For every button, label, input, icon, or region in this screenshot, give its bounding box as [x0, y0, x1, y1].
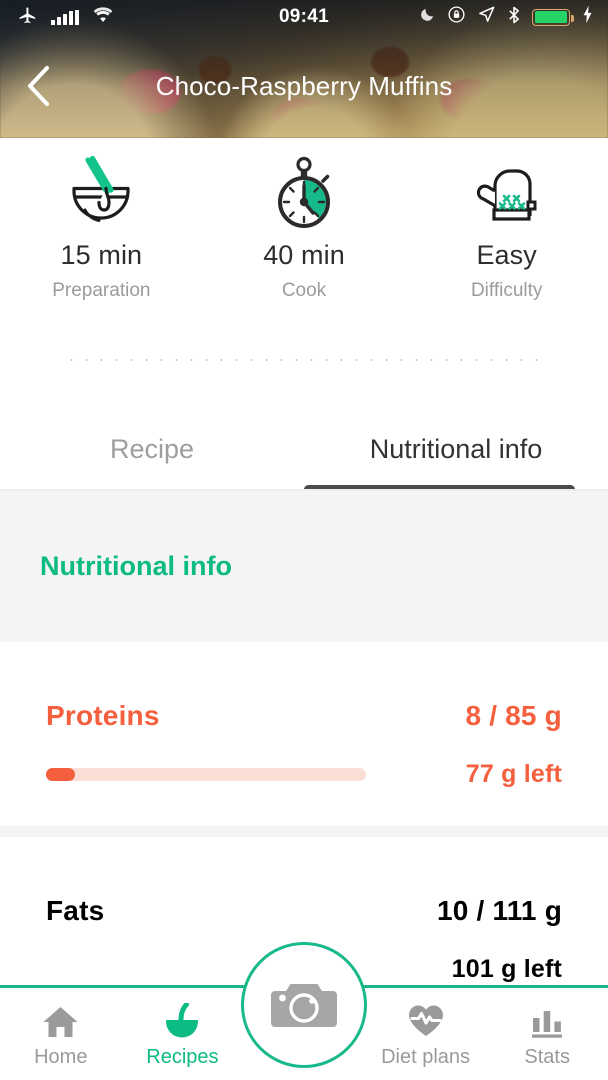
cellular-signal-icon	[51, 9, 79, 25]
nav-item-stats[interactable]: Stats	[486, 988, 608, 1080]
nutrient-remaining-proteins: 77 g left	[465, 760, 562, 788]
nav-item-recipes[interactable]: Recipes	[122, 988, 244, 1080]
meta-item-preparation: 15 min Preparation	[0, 138, 203, 338]
page-title: Choco-Raspberry Muffins	[155, 70, 453, 101]
bluetooth-icon	[507, 5, 521, 30]
tab-recipe[interactable]: Recipe	[0, 408, 304, 490]
progress-fill-proteins	[46, 768, 75, 781]
nutrient-remaining-fats: 101 g left	[451, 955, 562, 983]
nav-label-diet-plans: Diet plans	[381, 1046, 471, 1068]
camera-fab-button[interactable]	[241, 942, 367, 1068]
nutrient-name-proteins: Proteins	[46, 700, 160, 731]
tab-recipe-label: Recipe	[109, 433, 195, 464]
nutrient-amount-fats: 10 / 111 g	[437, 895, 562, 926]
meta-item-difficulty: Easy Difficulty	[405, 138, 608, 338]
progress-track-proteins	[46, 768, 366, 781]
stopwatch-icon	[265, 152, 343, 232]
nav-label-stats: Stats	[524, 1046, 570, 1068]
meta-item-cook: 40 min Cook	[203, 138, 406, 338]
tab-nutritional-info[interactable]: Nutritional info	[304, 408, 608, 494]
mixing-bowl-icon	[59, 152, 143, 232]
oven-mitt-icon	[468, 152, 546, 232]
back-button[interactable]	[6, 53, 72, 119]
meta-value-preparation: 15 min	[60, 240, 143, 270]
camera-icon	[271, 984, 337, 1027]
nav-item-diet-plans[interactable]: Diet plans	[365, 988, 487, 1080]
location-arrow-icon	[477, 5, 496, 29]
charging-bolt-icon	[581, 5, 594, 29]
meta-label-cook: Cook	[281, 280, 327, 301]
meta-value-cook: 40 min	[263, 240, 345, 270]
dotted-divider	[64, 359, 544, 361]
bar-chart-icon	[529, 999, 565, 1039]
rotation-lock-icon	[447, 5, 466, 29]
meta-label-difficulty: Difficulty	[470, 280, 543, 301]
do-not-disturb-icon	[419, 6, 436, 28]
bowl-icon	[162, 999, 202, 1039]
home-icon	[42, 999, 79, 1039]
recipe-navbar: Choco-Raspberry Muffins	[0, 34, 608, 138]
nutrition-section-header: Nutritional info	[0, 491, 608, 642]
nutrient-amount-proteins: 8 / 85 g	[465, 700, 562, 731]
nav-label-home: Home	[34, 1046, 88, 1068]
nutrition-section-title: Nutritional info	[40, 551, 232, 581]
status-bar-left	[0, 4, 114, 30]
recipe-tabs: Recipe Nutritional info	[0, 408, 608, 494]
meta-value-difficulty: Easy	[476, 240, 537, 270]
airplane-mode-icon	[17, 4, 38, 30]
status-bar-right	[419, 5, 608, 30]
wifi-icon	[92, 6, 114, 28]
meta-label-preparation: Preparation	[52, 280, 151, 301]
tab-nutritional-info-label: Nutritional info	[369, 433, 543, 464]
nutrient-row-separator	[0, 826, 608, 837]
recipe-meta-strip: 15 min Preparation 40 min Cook Easy Diff…	[0, 138, 608, 338]
heart-pulse-icon	[406, 999, 446, 1039]
battery-icon	[532, 8, 574, 26]
status-bar: 09:41	[0, 0, 608, 34]
chevron-left-icon	[28, 66, 49, 106]
nutrient-row-proteins[interactable]: Proteins 8 / 85 g 77 g left	[0, 642, 608, 826]
nutrient-name-fats: Fats	[46, 895, 105, 926]
nav-item-home[interactable]: Home	[0, 988, 122, 1080]
nav-label-recipes: Recipes	[146, 1046, 219, 1068]
